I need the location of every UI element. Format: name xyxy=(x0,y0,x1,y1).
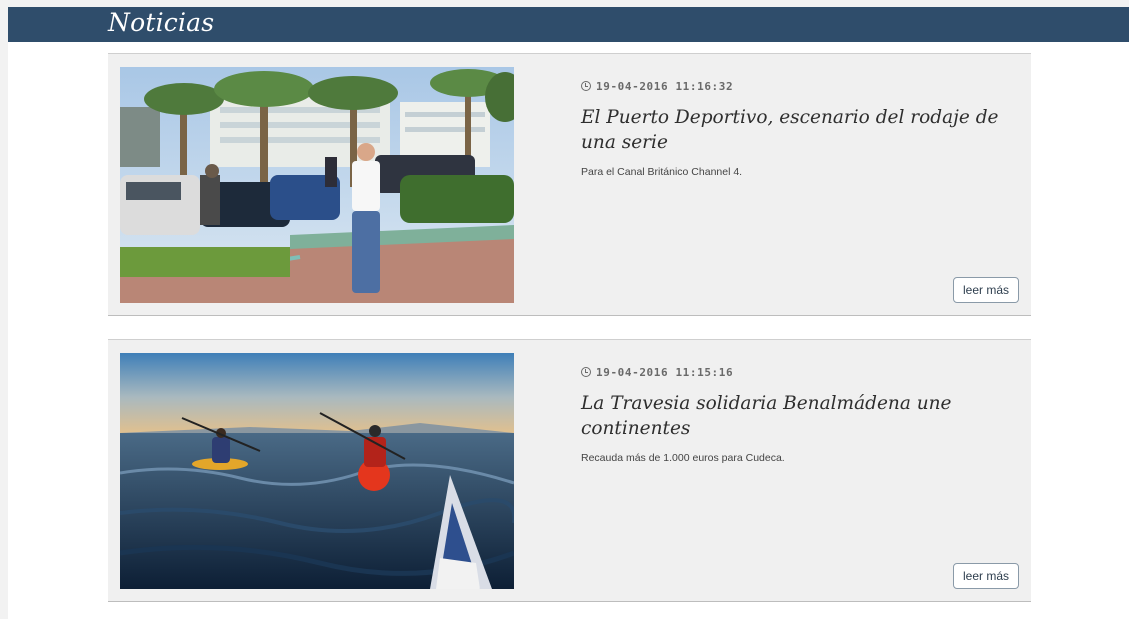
read-more-button[interactable]: leer más xyxy=(952,563,1019,589)
news-image[interactable] xyxy=(120,353,514,589)
news-card: 19-04-2016 11:15:16 La Travesia solidari… xyxy=(108,339,1031,602)
top-strip xyxy=(0,0,1129,7)
news-date-text: 19-04-2016 11:15:16 xyxy=(596,366,734,379)
news-summary: Para el Canal Británico Channel 4. xyxy=(581,166,743,178)
kayak-photo xyxy=(120,353,514,589)
read-more-button[interactable]: leer más xyxy=(952,277,1019,303)
clock-icon xyxy=(581,367,591,377)
left-strip xyxy=(0,0,8,619)
news-date: 19-04-2016 11:16:32 xyxy=(581,80,733,93)
marina-photo xyxy=(120,67,514,303)
news-title[interactable]: La Travesia solidaria Benalmádena une co… xyxy=(581,391,1011,441)
news-summary: Recauda más de 1.000 euros para Cudeca. xyxy=(581,452,785,464)
news-card: 19-04-2016 11:16:32 El Puerto Deportivo,… xyxy=(108,53,1031,316)
section-title: Noticias xyxy=(108,8,215,37)
news-date-text: 19-04-2016 11:16:32 xyxy=(596,80,734,93)
news-image[interactable] xyxy=(120,67,514,303)
news-date: 19-04-2016 11:15:16 xyxy=(581,366,733,379)
clock-icon xyxy=(581,81,591,91)
section-header: Noticias xyxy=(8,7,1129,42)
news-title[interactable]: El Puerto Deportivo, escenario del rodaj… xyxy=(581,105,1011,155)
